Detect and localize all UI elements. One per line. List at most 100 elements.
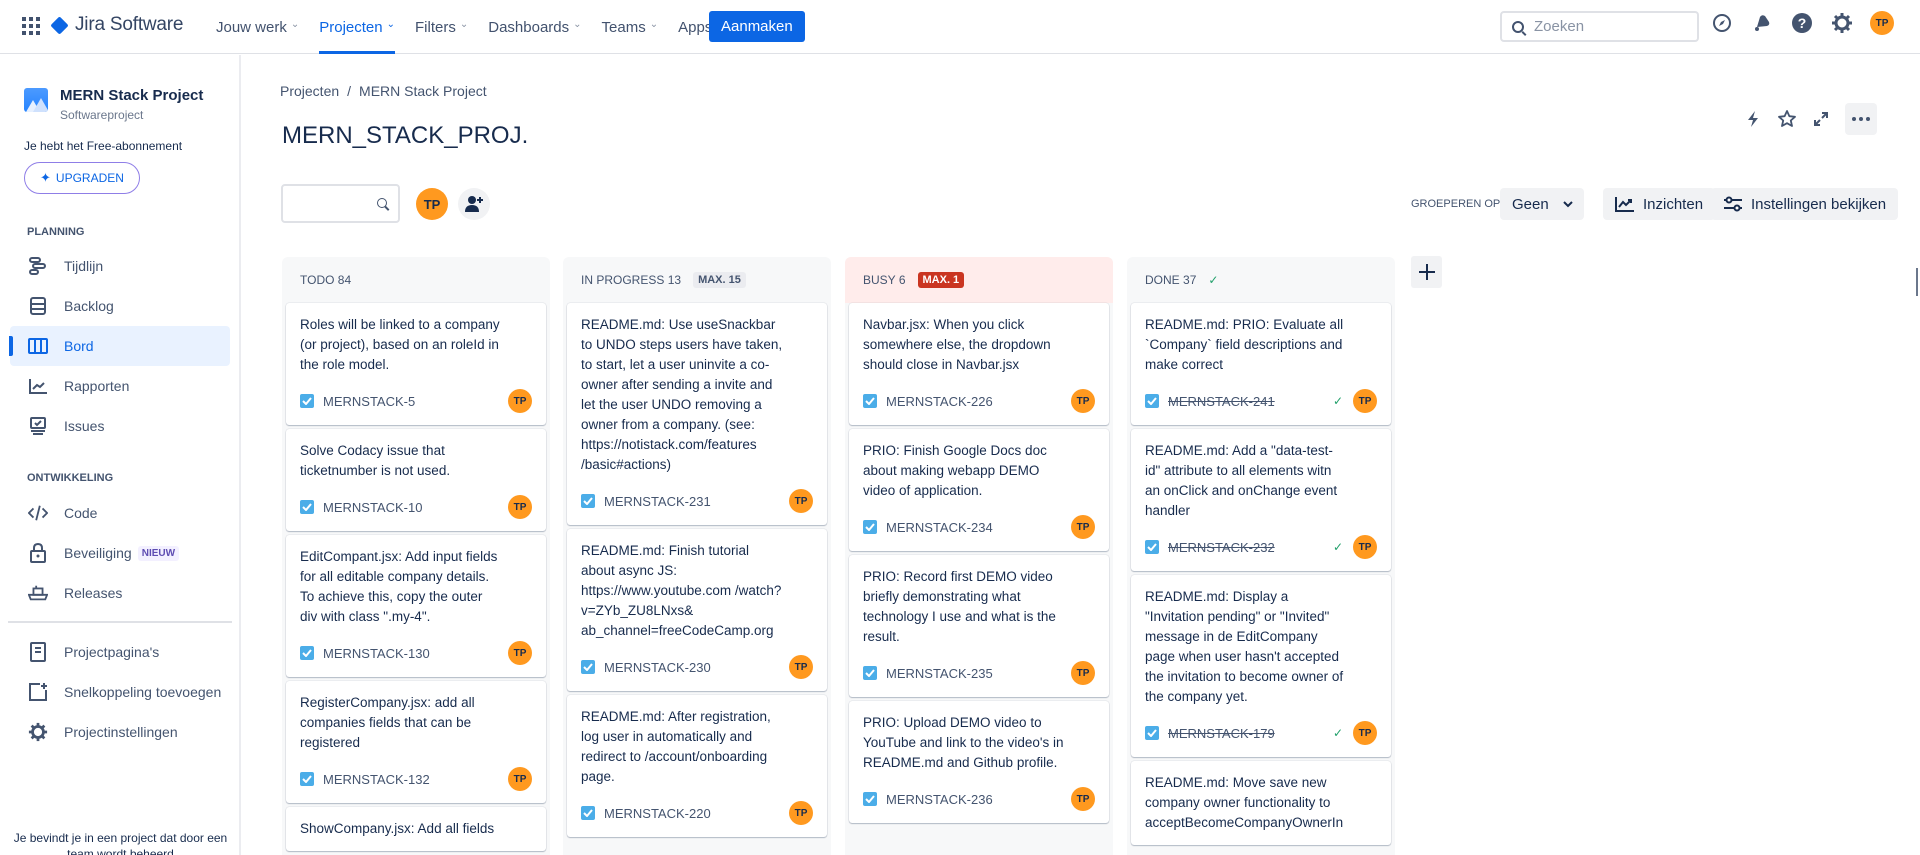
settings-gear-icon[interactable] bbox=[1830, 11, 1854, 35]
issue-key[interactable]: MERNSTACK-226 bbox=[886, 394, 1071, 409]
nav-item-label: Dashboards bbox=[488, 18, 570, 36]
assignee-avatar[interactable]: TP bbox=[1071, 515, 1095, 539]
sidebar-item-snelkoppeling-toevoegen[interactable]: Snelkoppeling toevoegen bbox=[10, 672, 230, 712]
issue-key[interactable]: MERNSTACK-232 bbox=[1168, 540, 1333, 555]
assignee-filter-avatar[interactable]: TP bbox=[416, 188, 448, 220]
assignee-avatar[interactable]: TP bbox=[508, 495, 532, 519]
assignee-avatar[interactable]: TP bbox=[789, 489, 813, 513]
sidebar-item-code[interactable]: Code bbox=[10, 493, 230, 533]
compass-icon[interactable] bbox=[1710, 11, 1734, 35]
assignee-avatar[interactable]: TP bbox=[1071, 661, 1095, 685]
sidebar-item-issues[interactable]: Issues bbox=[10, 406, 230, 446]
assignee-avatar[interactable]: TP bbox=[1353, 389, 1377, 413]
issue-card[interactable]: README.md: PRIO: Evaluate all `Company` … bbox=[1131, 303, 1391, 425]
card-footer: MERNSTACK-10 TP bbox=[300, 495, 532, 519]
issue-card[interactable]: README.md: Add a "data-test-id" attribut… bbox=[1131, 429, 1391, 571]
app-switcher-icon[interactable] bbox=[22, 17, 40, 35]
issue-key[interactable]: MERNSTACK-236 bbox=[886, 792, 1071, 807]
issue-card[interactable]: ShowCompany.jsx: Add all fields bbox=[286, 807, 546, 851]
user-avatar[interactable]: TP bbox=[1870, 11, 1894, 35]
page-icon bbox=[28, 642, 48, 662]
column-title: DONE 37 bbox=[1145, 273, 1196, 287]
more-actions-button[interactable] bbox=[1845, 103, 1877, 135]
vertical-scrollbar[interactable] bbox=[1916, 268, 1918, 296]
column-count: 13 bbox=[667, 273, 682, 287]
upgrade-button[interactable]: ✦ UPGRADEN bbox=[24, 162, 140, 194]
help-icon[interactable]: ? bbox=[1790, 11, 1814, 35]
sidebar-item-backlog[interactable]: Backlog bbox=[10, 286, 230, 326]
issue-card[interactable]: Solve Codacy issue that ticketnumber is … bbox=[286, 429, 546, 531]
view-settings-button[interactable]: Instellingen bekijken bbox=[1711, 188, 1899, 220]
jira-logo[interactable]: Jira Software bbox=[50, 14, 183, 36]
board-search-input[interactable] bbox=[283, 186, 368, 221]
issue-card[interactable]: Roles will be linked to a company (or pr… bbox=[286, 303, 546, 425]
sidebar-item-releases[interactable]: Releases bbox=[10, 573, 230, 613]
assignee-avatar[interactable]: TP bbox=[1071, 389, 1095, 413]
assignee-avatar[interactable]: TP bbox=[789, 801, 813, 825]
breadcrumb-projects[interactable]: Projecten bbox=[280, 83, 339, 99]
issue-card[interactable]: Navbar.jsx: When you click somewhere els… bbox=[849, 303, 1109, 425]
chevron-down-icon: ⌄ bbox=[649, 18, 659, 30]
add-column-button[interactable] bbox=[1411, 256, 1442, 288]
issue-card[interactable]: README.md: Use useSnackbar to UNDO steps… bbox=[567, 303, 827, 525]
issue-key[interactable]: MERNSTACK-132 bbox=[323, 772, 508, 787]
column-header[interactable]: IN PROGRESS 13 MAX. 15 bbox=[567, 257, 827, 303]
issue-card[interactable]: README.md: Finish tutorial about async J… bbox=[567, 529, 827, 691]
assignee-avatar[interactable]: TP bbox=[508, 767, 532, 791]
sidebar-item-bord[interactable]: Bord bbox=[9, 326, 230, 366]
project-header[interactable]: MERN Stack Project Softwareproject bbox=[24, 87, 203, 122]
assignee-avatar[interactable]: TP bbox=[508, 641, 532, 665]
assignee-avatar[interactable]: TP bbox=[1353, 535, 1377, 559]
nav-item-filters[interactable]: Filters ⌄ bbox=[415, 0, 468, 54]
issue-card[interactable]: PRIO: Upload DEMO video to YouTube and l… bbox=[849, 701, 1109, 823]
issue-key[interactable]: MERNSTACK-220 bbox=[604, 806, 789, 821]
nav-item-projecten[interactable]: Projecten ⌄ bbox=[319, 0, 395, 54]
column-header[interactable]: BUSY 6 MAX. 1 bbox=[845, 257, 1113, 303]
column-header[interactable]: DONE 37 ✓ bbox=[1131, 257, 1391, 303]
issue-key[interactable]: MERNSTACK-235 bbox=[886, 666, 1071, 681]
issue-card[interactable]: PRIO: Record first DEMO video briefly de… bbox=[849, 555, 1109, 697]
issue-key[interactable]: MERNSTACK-230 bbox=[604, 660, 789, 675]
nav-item-jouw-werk[interactable]: Jouw werk ⌄ bbox=[216, 0, 299, 54]
issue-key[interactable]: MERNSTACK-231 bbox=[604, 494, 789, 509]
automation-lightning-icon[interactable] bbox=[1741, 107, 1765, 131]
issue-key[interactable]: MERNSTACK-5 bbox=[323, 394, 508, 409]
insights-button[interactable]: Inzichten bbox=[1603, 188, 1716, 220]
add-people-button[interactable] bbox=[458, 188, 490, 220]
nav-item-dashboards[interactable]: Dashboards ⌄ bbox=[488, 0, 581, 54]
issue-key[interactable]: MERNSTACK-241 bbox=[1168, 394, 1333, 409]
issue-key[interactable]: MERNSTACK-10 bbox=[323, 500, 508, 515]
sidebar-item-rapporten[interactable]: Rapporten bbox=[10, 366, 230, 406]
assignee-avatar[interactable]: TP bbox=[1353, 721, 1377, 745]
assignee-avatar[interactable]: TP bbox=[508, 389, 532, 413]
assignee-avatar[interactable]: TP bbox=[789, 655, 813, 679]
global-search-input[interactable] bbox=[1534, 18, 1684, 35]
fullscreen-expand-icon[interactable] bbox=[1809, 107, 1833, 131]
issue-key[interactable]: MERNSTACK-234 bbox=[886, 520, 1071, 535]
breadcrumb-project[interactable]: MERN Stack Project bbox=[359, 83, 487, 99]
notification-bell-icon[interactable] bbox=[1750, 11, 1774, 35]
chevron-down-icon: ⌄ bbox=[459, 18, 469, 30]
sidebar-item-projectinstellingen[interactable]: Projectinstellingen bbox=[10, 712, 230, 752]
issue-card[interactable]: README.md: Move save new company owner f… bbox=[1131, 761, 1391, 845]
search-icon bbox=[1512, 20, 1524, 33]
create-button[interactable]: Aanmaken bbox=[709, 11, 805, 42]
sidebar-item-beveiliging[interactable]: Beveiliging NIEUW bbox=[10, 533, 230, 573]
issue-card[interactable]: PRIO: Finish Google Docs doc about makin… bbox=[849, 429, 1109, 551]
issue-card[interactable]: README.md: After registration, log user … bbox=[567, 695, 827, 837]
column-header[interactable]: TODO 84 bbox=[286, 257, 546, 303]
global-search[interactable] bbox=[1500, 11, 1699, 42]
issue-card[interactable]: README.md: Display a "Invitation pending… bbox=[1131, 575, 1391, 757]
assignee-avatar[interactable]: TP bbox=[1071, 787, 1095, 811]
group-by-select[interactable]: Geen bbox=[1500, 188, 1584, 220]
sidebar-item-label: Projectpagina's bbox=[64, 644, 160, 660]
nav-item-teams[interactable]: Teams ⌄ bbox=[602, 0, 659, 54]
star-icon[interactable] bbox=[1775, 107, 1799, 131]
issue-card[interactable]: RegisterCompany.jsx: add all companies f… bbox=[286, 681, 546, 803]
issue-key[interactable]: MERNSTACK-130 bbox=[323, 646, 508, 661]
sidebar-item-projectpagina-s[interactable]: Projectpagina's bbox=[10, 632, 230, 672]
issue-card[interactable]: EditCompant.jsx: Add input fields for al… bbox=[286, 535, 546, 677]
sidebar-item-tijdlijn[interactable]: Tijdlijn bbox=[10, 246, 230, 286]
issue-key[interactable]: MERNSTACK-179 bbox=[1168, 726, 1333, 741]
board-search[interactable] bbox=[281, 184, 400, 223]
